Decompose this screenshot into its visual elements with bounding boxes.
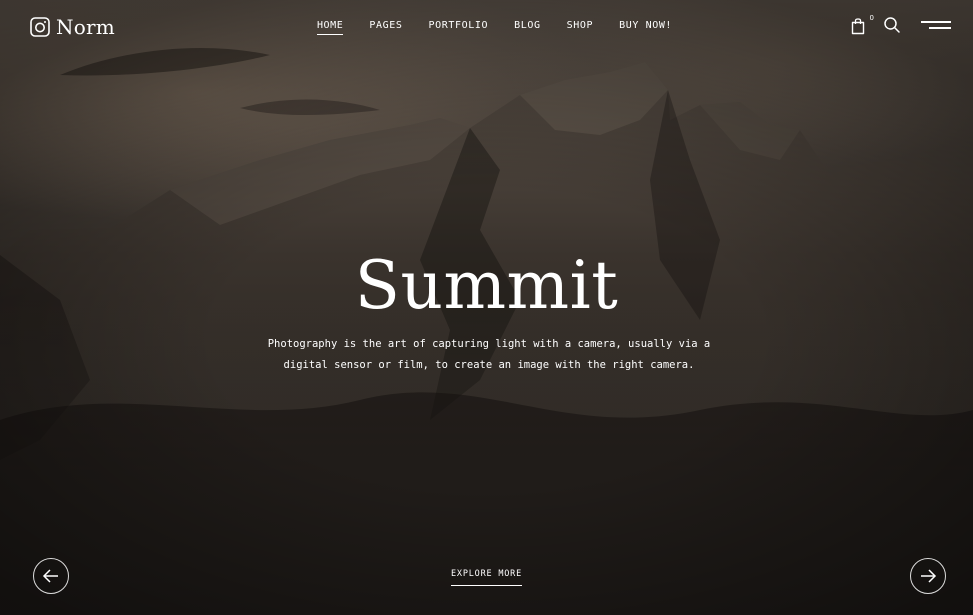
cart-count-badge: 0 [869,14,874,22]
hamburger-menu-icon[interactable] [921,18,951,32]
main-navigation: HOME PAGES PORTFOLIO BLOG SHOP BUY NOW! [0,20,973,35]
search-button[interactable] [883,16,901,34]
cart-button[interactable]: 0 [851,14,874,36]
nav-item-shop[interactable]: SHOP [567,20,593,35]
hero-slider: Norm HOME PAGES PORTFOLIO BLOG SHOP BUY … [0,0,973,615]
nav-item-blog[interactable]: BLOG [514,20,540,35]
nav-item-pages[interactable]: PAGES [369,20,402,35]
search-icon [884,17,900,33]
shopping-bag-icon [851,18,865,35]
hero-title: Summit [354,247,619,324]
camera-icon [30,17,50,37]
explore-container: EXPLORE MORE [0,569,973,586]
explore-more-link[interactable]: EXPLORE MORE [450,569,522,586]
site-logo[interactable]: Norm [30,15,115,39]
site-header: Norm HOME PAGES PORTFOLIO BLOG SHOP BUY … [0,0,973,56]
nav-item-buy-now[interactable]: BUY NOW! [619,20,672,35]
hero-description: Photography is the art of capturing ligh… [267,338,711,371]
header-tools: 0 [851,14,951,36]
nav-item-portfolio[interactable]: PORTFOLIO [429,20,489,35]
nav-item-home[interactable]: HOME [316,20,344,35]
brand-name: Norm [56,15,115,39]
